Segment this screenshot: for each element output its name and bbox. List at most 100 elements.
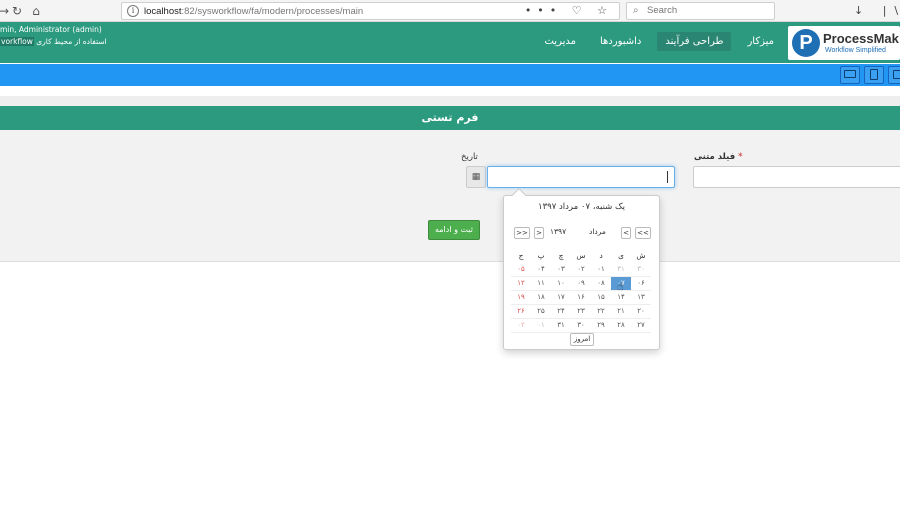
calendar-day[interactable]: ۲۸ xyxy=(611,318,631,333)
weekday-label: پ xyxy=(537,250,545,260)
calendar-day[interactable]: ۰۴ xyxy=(531,262,551,277)
workspace-line: استفاده از محیط کاری vorkflow xyxy=(0,36,107,48)
calendar-week-row: ۰۵ ۰۴ ۰۳ ۰۲ ۰۱ ۳۱ ۳۰ xyxy=(511,262,651,277)
prev-year-button[interactable]: << xyxy=(635,227,651,239)
processmaker-logo[interactable]: P ProcessMak Workflow Simplified xyxy=(788,26,900,60)
calendar-icon: ▦ xyxy=(471,172,481,182)
browser-toolbar: → ↻ ⌂ i localhost:82/sysworkflow/fa/mode… xyxy=(0,0,900,22)
weekday-label: ش xyxy=(636,250,646,260)
datepicker-header: یک شنبه، ۰۷ مرداد ۱۳۹۷ xyxy=(538,202,625,212)
calendar-button[interactable]: ▦ xyxy=(466,166,486,188)
calendar-week-row: ۱۹ ۱۸ ۱۷ ۱۶ ۱۵ ۱۴ ۱۳ xyxy=(511,290,651,305)
mobile-icon xyxy=(893,70,900,79)
calendar-day[interactable]: ۲۳ xyxy=(571,304,591,319)
url-bar[interactable]: i localhost:82/sysworkflow/fa/modern/pro… xyxy=(121,2,620,20)
divider xyxy=(0,96,900,106)
mouse-cursor-icon: ☝ xyxy=(617,280,624,293)
calendar-day[interactable]: ۳۱ xyxy=(551,318,571,333)
page-actions-icons[interactable]: ••• ♡ ☆ xyxy=(525,4,613,17)
calendar-day[interactable]: ۰۶ xyxy=(631,276,651,291)
form-title: فرم تستی xyxy=(0,106,900,130)
calendar-day[interactable]: ۰۹ xyxy=(571,276,591,291)
calendar-day[interactable]: ۲۹ xyxy=(591,318,611,333)
calendar-day[interactable]: ۰۳ xyxy=(551,262,571,277)
logo-name: ProcessMak xyxy=(823,31,899,46)
user-name: min, Administrator (admin) xyxy=(0,25,102,34)
calendar-day[interactable]: ۲۱ xyxy=(611,304,631,319)
menu-item-home[interactable]: میزکار xyxy=(739,32,782,51)
calendar-day[interactable]: ۲۵ xyxy=(531,304,551,319)
calendar-day[interactable]: ۳۰ xyxy=(631,262,651,277)
submit-button[interactable]: ثبت و ادامه xyxy=(428,220,480,240)
text-field-input[interactable] xyxy=(693,166,900,188)
next-year-button[interactable]: >> xyxy=(514,227,530,239)
text-caret xyxy=(667,171,668,183)
menu-item-dashboards[interactable]: داشبوردها xyxy=(592,32,649,51)
calendar-day[interactable]: ۱۰ xyxy=(551,276,571,291)
calendar-grid: ج پ چ س د ی ش ۰۵ ۰۴ ۰۳ ۰۲ ۰۱ ۳۱ ۳۰ ۱۲ ۱۱ ۱۰ ۰۹ ۰۸ ۰۷… xyxy=(511,248,651,333)
app-header: min, Administrator (admin) استفاده از مح… xyxy=(0,22,900,63)
search-icon: ⌕ xyxy=(633,5,639,16)
calendar-day[interactable]: ۱۶ xyxy=(571,290,591,305)
calendar-day[interactable]: ۱۷ xyxy=(551,290,571,305)
menu-item-designer[interactable]: طراحی فرآیند xyxy=(657,32,732,51)
logo-icon: P xyxy=(792,29,820,57)
datepicker-nav: >> > ۱۳۹۷ مرداد < << xyxy=(514,227,651,239)
workspace-link[interactable]: vorkflow xyxy=(0,37,34,46)
calendar-day[interactable]: ۱۹ xyxy=(511,290,531,305)
form-panel: فرم تستی * فیلد متنی تاریخ ▦ ثبت و ادامه xyxy=(0,106,900,262)
calendar-day[interactable]: ۲۲ xyxy=(591,304,611,319)
weekday-label: چ xyxy=(558,250,564,260)
datepicker-year[interactable]: ۱۳۹۷ xyxy=(550,227,566,236)
prev-month-button[interactable]: < xyxy=(621,227,631,239)
calendar-day[interactable]: ۲۴ xyxy=(551,304,571,319)
weekday-label: ج xyxy=(518,250,524,260)
calendar-day[interactable]: ۳۰ xyxy=(571,318,591,333)
date-field-input[interactable] xyxy=(487,166,675,188)
desktop-view-button[interactable] xyxy=(840,66,860,84)
site-info-icon[interactable]: i xyxy=(127,5,139,17)
calendar-day[interactable]: ۳۱ xyxy=(611,262,631,277)
user-info: min, Administrator (admin) استفاده از مح… xyxy=(0,24,107,48)
logo-tagline: Workflow Simplified xyxy=(825,47,886,54)
calendar-day[interactable]: ۰۲ xyxy=(571,262,591,277)
calendar-day[interactable]: ۱۱ xyxy=(531,276,551,291)
calendar-day[interactable]: ۰۱ xyxy=(591,262,611,277)
mobile-view-button[interactable] xyxy=(888,66,900,84)
text-field-label: * فیلد متنی xyxy=(694,152,743,162)
home-icon[interactable]: ⌂ xyxy=(28,3,44,19)
url-text[interactable]: localhost:82/sysworkflow/fa/modern/proce… xyxy=(144,6,363,17)
date-field-label: تاریخ xyxy=(461,152,478,162)
calendar-day[interactable]: ۱۸ xyxy=(531,290,551,305)
tablet-icon xyxy=(870,69,878,80)
calendar-day[interactable]: ۱۳ xyxy=(631,290,651,305)
browser-tools-icons[interactable]: ↓ |\ ▯ xyxy=(854,4,900,17)
weekday-row: ج پ چ س د ی ش xyxy=(511,248,651,262)
menu-item-admin[interactable]: مدیریت xyxy=(536,32,584,51)
calendar-day[interactable]: ۲۰ xyxy=(631,304,651,319)
browser-search[interactable]: ⌕ xyxy=(626,2,775,20)
required-mark: * xyxy=(738,152,743,162)
search-input[interactable] xyxy=(647,5,767,16)
calendar-day[interactable]: ۰۵ xyxy=(511,262,531,277)
today-button[interactable]: امروز xyxy=(570,333,594,346)
desktop-icon xyxy=(844,70,856,78)
calendar-week-row: ۲۶ ۲۵ ۲۴ ۲۳ ۲۲ ۲۱ ۲۰ xyxy=(511,304,651,319)
calendar-day[interactable]: ۲۶ xyxy=(511,304,531,319)
preview-toolbar xyxy=(0,64,900,86)
calendar-day[interactable]: ۰۱ xyxy=(531,318,551,333)
calendar-day[interactable]: ۱۲ xyxy=(511,276,531,291)
workspace-prefix: استفاده از محیط کاری xyxy=(36,37,107,46)
datepicker-popup: یک شنبه، ۰۷ مرداد ۱۳۹۷ >> > ۱۳۹۷ مرداد <… xyxy=(503,187,660,350)
main-menu: میزکار طراحی فرآیند داشبوردها مدیریت xyxy=(536,32,782,51)
datepicker-month[interactable]: مرداد xyxy=(589,227,606,236)
calendar-day[interactable]: ۰۸ xyxy=(591,276,611,291)
tablet-view-button[interactable] xyxy=(864,66,884,84)
weekday-label: ی xyxy=(618,250,624,260)
calendar-day[interactable]: ۰۲ xyxy=(511,318,531,333)
calendar-day[interactable]: ۱۵ xyxy=(591,290,611,305)
next-month-button[interactable]: > xyxy=(534,227,544,239)
reload-icon[interactable]: ↻ xyxy=(9,3,25,19)
calendar-day[interactable]: ۲۷ xyxy=(631,318,651,333)
weekday-label: د xyxy=(599,250,603,260)
